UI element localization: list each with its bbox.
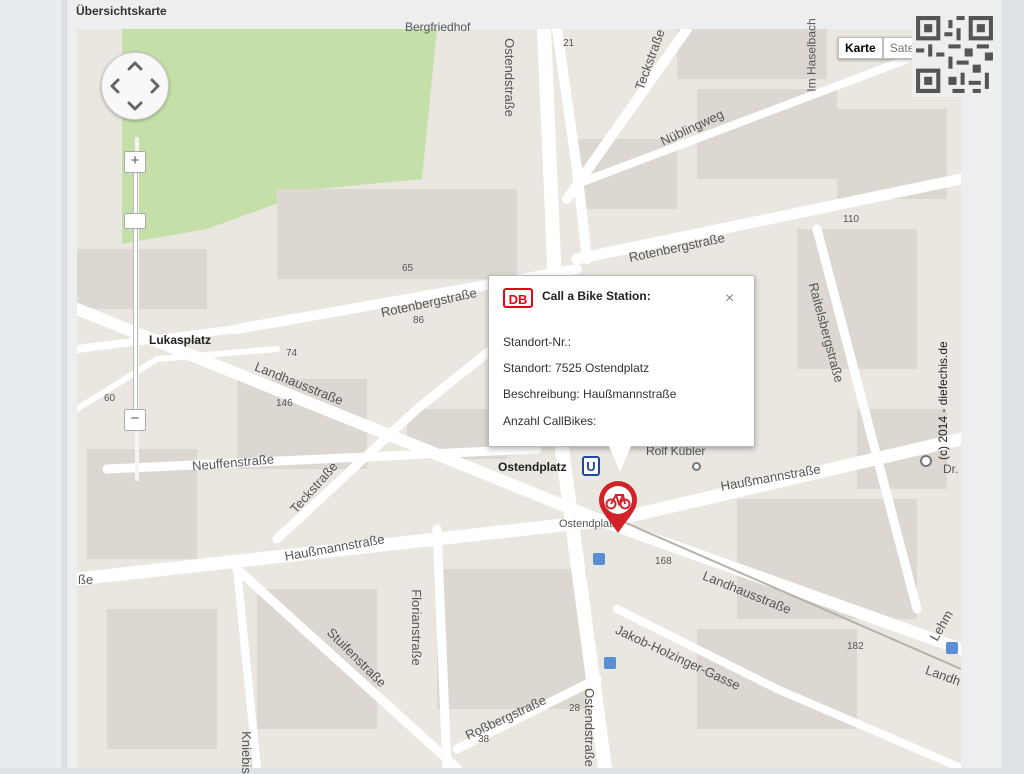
zoom-out-button[interactable]: − — [124, 409, 146, 431]
map-label: 74 — [286, 348, 298, 359]
station-description-field: Beschreibung: Haußmannstraße — [503, 387, 677, 401]
map-label: 28 — [569, 703, 581, 714]
pan-control[interactable] — [101, 52, 169, 120]
map-label: Lukasplatz — [149, 333, 212, 347]
poi-icon[interactable] — [920, 455, 932, 467]
left-rail — [0, 0, 63, 768]
map-label: Dr. — [943, 462, 959, 476]
copyright-text: (c) 2014 - diefechis.de — [936, 341, 950, 460]
map-label: 110 — [843, 214, 859, 225]
panel-title: Übersichtskarte — [76, 4, 167, 18]
close-icon[interactable]: × — [725, 290, 734, 308]
db-logo-icon: DB — [503, 288, 533, 308]
map-label: Ostendplatz — [498, 460, 567, 474]
map-label: Florianstraße — [408, 589, 424, 666]
station-info-popup: DB Call a Bike Station: × Standort-Nr.: … — [488, 275, 755, 447]
zoom-slider-handle[interactable] — [124, 213, 146, 229]
popup-pointer — [608, 444, 632, 472]
bike-count-field: Anzahl CallBikes: — [503, 414, 597, 428]
bike-marker-icon — [599, 481, 637, 533]
poi-shop-icon[interactable] — [692, 462, 701, 471]
map-label: Bergfriedhof — [405, 20, 471, 34]
pan-arrows-icon — [110, 61, 160, 111]
ubahn-station-icon[interactable]: U — [582, 456, 600, 476]
map-label: 182 — [847, 641, 864, 652]
map-label: 146 — [276, 398, 293, 409]
map-label: Im Haselbach — [804, 18, 819, 92]
zoom-slider-track[interactable] — [133, 172, 138, 410]
map-label: 60 — [104, 393, 116, 404]
station-location-field: Standort: 7525 Ostendplatz — [503, 361, 650, 375]
bus-stop-icon[interactable] — [604, 657, 616, 669]
map-label: 65 — [402, 263, 414, 274]
bus-stop-icon[interactable] — [946, 642, 958, 654]
zoom-in-button[interactable]: + — [124, 151, 146, 173]
qr-code — [912, 12, 997, 97]
map-label: Ostendstraße — [581, 688, 597, 767]
qr-code-icon — [912, 12, 997, 97]
map-label: 21 — [563, 38, 575, 49]
bike-station-marker[interactable] — [597, 480, 639, 534]
station-number-field: Standort-Nr.: — [503, 335, 572, 349]
map-label: Ostendstraße — [501, 38, 517, 117]
bus-stop-icon[interactable] — [593, 553, 605, 565]
map-label: ße — [78, 572, 94, 587]
map-type-karte-button[interactable]: Karte — [838, 37, 883, 59]
popup-title: Call a Bike Station: — [542, 289, 651, 303]
map-label: 38 — [478, 734, 490, 745]
map-label: 168 — [655, 556, 672, 567]
map-label: 86 — [413, 315, 425, 326]
map-label: Kniebis — [238, 731, 254, 774]
